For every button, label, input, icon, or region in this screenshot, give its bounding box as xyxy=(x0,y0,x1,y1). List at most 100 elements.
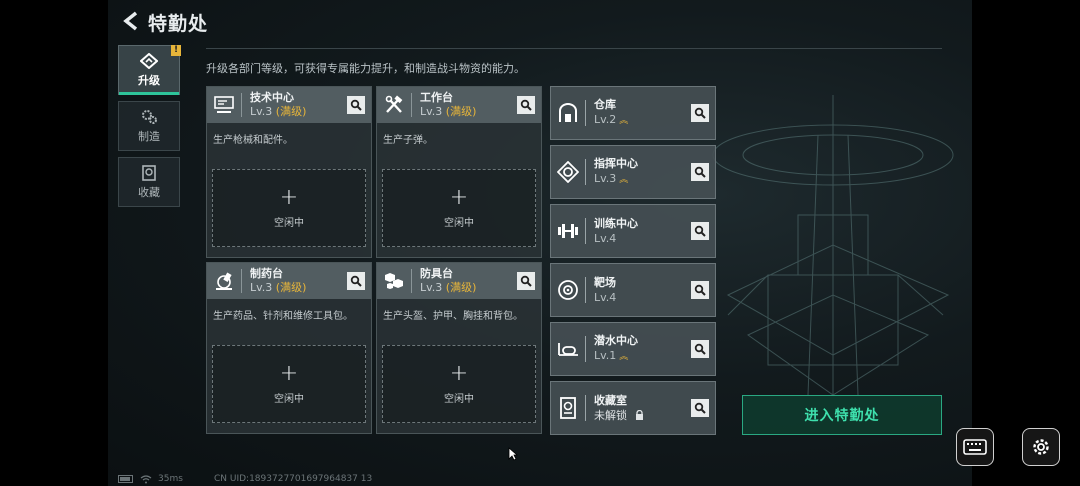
inspect-button[interactable] xyxy=(691,399,709,417)
inspect-button[interactable] xyxy=(517,272,535,290)
magnifier-icon xyxy=(694,402,706,414)
card-header: 制药台 Lv.3 (满级) xyxy=(207,263,371,299)
max-level-tag: (满级) xyxy=(445,105,477,118)
card-description: 生产子弹。 xyxy=(383,135,433,146)
department-level: Lv.3 xyxy=(594,172,617,185)
department-name: 仓库 xyxy=(594,98,616,111)
facility-background-art xyxy=(712,95,954,396)
side-nav: ! 升级 制造 收藏 xyxy=(118,45,181,213)
magnifier-icon xyxy=(694,343,706,355)
enter-special-ops-button[interactable]: 进入特勤处 xyxy=(742,395,942,435)
page-title: 特勤处 xyxy=(148,13,209,35)
magnifier-icon xyxy=(694,166,706,178)
keyboard-overlay-button[interactable] xyxy=(956,428,994,466)
target-icon xyxy=(558,280,578,300)
magnifier-icon xyxy=(520,275,532,287)
magnifier-icon xyxy=(694,107,706,119)
department-card-tech-center[interactable]: 技术中心 Lv.3 (满级) 生产枪械和配件。 + 空闲中 xyxy=(206,86,372,258)
card-level: Lv.3 xyxy=(250,105,273,118)
inspect-button[interactable] xyxy=(691,104,709,122)
department-name: 指挥中心 xyxy=(594,157,638,170)
magnifier-icon xyxy=(350,275,362,287)
network-status: 35ms xyxy=(118,474,183,484)
slot-status: 空闲中 xyxy=(444,393,474,405)
department-item-warehouse[interactable]: 仓库 Lv.2 ︽ xyxy=(550,86,716,140)
inspect-button[interactable] xyxy=(347,96,365,114)
department-card-pharmacy[interactable]: 制药台 Lv.3 (满级) 生产药品、针剂和维修工具包。 + 空闲中 xyxy=(206,262,372,434)
department-name: 收藏室 xyxy=(594,394,627,407)
inspect-button[interactable] xyxy=(517,96,535,114)
production-slot[interactable]: + 空闲中 xyxy=(382,169,536,247)
plus-icon: + xyxy=(449,184,469,210)
top-bar: 特勤处 xyxy=(108,0,972,44)
mouse-cursor-icon xyxy=(508,447,518,461)
department-item-command-center[interactable]: 指挥中心 Lv.3 ︽ xyxy=(550,145,716,199)
page-description: 升级各部门等级，可获得专属能力提升，和制造战斗物资的能力。 xyxy=(206,62,525,75)
department-card-workbench[interactable]: 工作台 Lv.3 (满级) 生产子弹。 + 空闲中 xyxy=(376,86,542,258)
alert-badge: ! xyxy=(171,45,181,56)
gear-icon xyxy=(1033,439,1049,455)
wifi-icon xyxy=(140,474,152,483)
slot-status: 空闲中 xyxy=(274,393,304,405)
card-level: Lv.3 xyxy=(250,281,273,294)
department-name: 潜水中心 xyxy=(594,334,638,347)
nav-item-upgrade[interactable]: ! 升级 xyxy=(118,45,181,95)
card-header: 工作台 Lv.3 (满级) xyxy=(377,87,541,123)
card-description: 生产药品、针剂和维修工具包。 xyxy=(213,311,353,322)
upgrade-available-icon: ︽ xyxy=(619,175,629,185)
gears-icon xyxy=(142,109,157,124)
card-header: 技术中心 Lv.3 (满级) xyxy=(207,87,371,123)
nav-item-collection[interactable]: 收藏 xyxy=(118,157,180,207)
department-card-armor-bench[interactable]: 防具台 Lv.3 (满级) 生产头盔、护甲、胸挂和背包。 + 空闲中 xyxy=(376,262,542,434)
settings-overlay-button[interactable] xyxy=(1022,428,1060,466)
card-level: Lv.3 xyxy=(420,105,443,118)
plus-icon: + xyxy=(449,360,469,386)
max-level-tag: (满级) xyxy=(275,281,307,294)
department-level: Lv.1 xyxy=(594,349,617,362)
magnifier-icon xyxy=(520,99,532,111)
inspect-button[interactable] xyxy=(691,340,709,358)
max-level-tag: (满级) xyxy=(275,105,307,118)
upgrade-available-icon: ︽ xyxy=(619,116,629,126)
max-level-tag: (满级) xyxy=(445,281,477,294)
department-level: 未解锁 xyxy=(594,409,627,422)
slot-status: 空闲中 xyxy=(274,217,304,229)
department-item-diving-center[interactable]: 潜水中心 Lv.1 ︽ xyxy=(550,322,716,376)
inspect-button[interactable] xyxy=(347,272,365,290)
department-level: Lv.4 xyxy=(594,291,617,304)
user-uid: CN UID:1893727701697964837 13 xyxy=(214,474,373,484)
production-slot[interactable]: + 空闲中 xyxy=(212,345,366,423)
nav-label: 收藏 xyxy=(138,185,160,199)
card-description: 生产头盔、护甲、胸挂和背包。 xyxy=(383,311,523,322)
collection-room-icon xyxy=(560,397,576,419)
back-arrow-icon[interactable] xyxy=(120,10,140,32)
upgrade-available-icon: ︽ xyxy=(619,352,629,362)
diving-icon xyxy=(558,343,578,356)
department-item-collection-room[interactable]: 收藏室 未解锁 xyxy=(550,381,716,435)
nav-label: 升级 xyxy=(138,73,160,87)
slot-status: 空闲中 xyxy=(444,217,474,229)
department-item-shooting-range[interactable]: 靶场 Lv.4 xyxy=(550,263,716,317)
inspect-button[interactable] xyxy=(691,281,709,299)
magnifier-icon xyxy=(694,284,706,296)
command-center-icon xyxy=(557,161,579,183)
inspect-button[interactable] xyxy=(691,222,709,240)
production-slot[interactable]: + 空闲中 xyxy=(212,169,366,247)
upgrade-icon xyxy=(140,52,158,69)
nav-item-craft[interactable]: 制造 xyxy=(118,101,180,151)
collection-icon xyxy=(142,164,156,181)
card-name: 制药台 xyxy=(250,267,283,280)
card-name: 防具台 xyxy=(420,267,453,280)
department-name: 靶场 xyxy=(594,276,616,289)
inspect-button[interactable] xyxy=(691,163,709,181)
battery-icon xyxy=(118,475,133,483)
card-name: 技术中心 xyxy=(250,91,294,104)
card-header: 防具台 Lv.3 (满级) xyxy=(377,263,541,299)
nav-label: 制造 xyxy=(138,129,160,143)
department-item-training-center[interactable]: 训练中心 Lv.4 xyxy=(550,204,716,258)
plus-icon: + xyxy=(279,184,299,210)
magnifier-icon xyxy=(350,99,362,111)
production-slot[interactable]: + 空闲中 xyxy=(382,345,536,423)
department-level: Lv.2 xyxy=(594,113,617,126)
card-level: Lv.3 xyxy=(420,281,443,294)
